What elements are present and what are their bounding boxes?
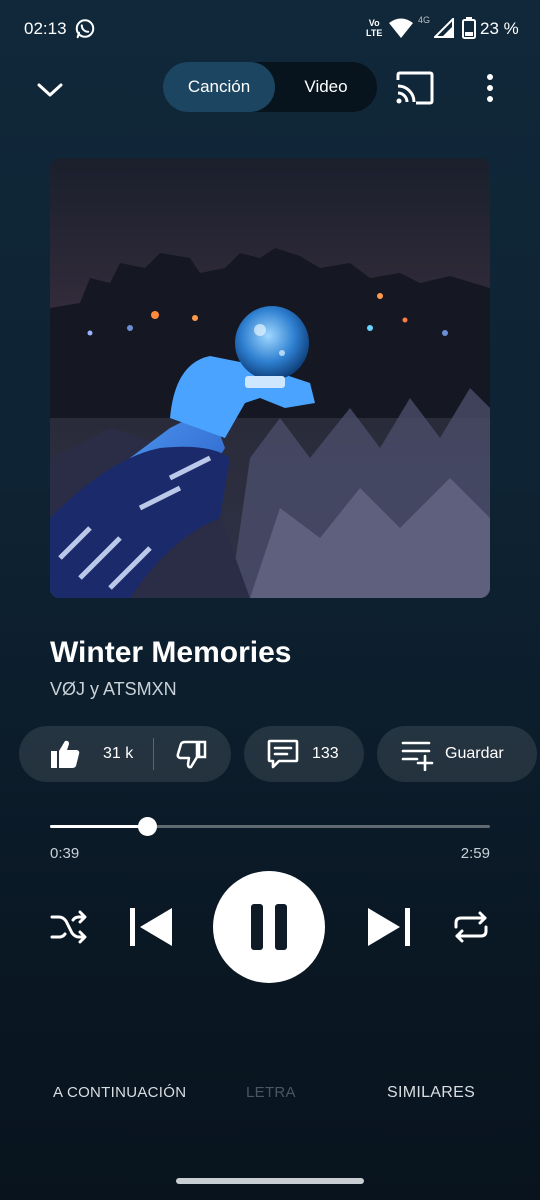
progress-bar[interactable]	[50, 817, 490, 836]
album-art-image	[50, 158, 490, 598]
pause-button[interactable]	[213, 871, 325, 983]
wifi-icon	[389, 18, 413, 38]
signal-icon	[434, 18, 454, 38]
total-duration: 2:59	[460, 845, 490, 862]
comments-button[interactable]: 133	[244, 726, 364, 782]
progress-thumb[interactable]	[137, 817, 157, 836]
elapsed-time: 0:39	[50, 845, 80, 862]
previous-track-button[interactable]	[126, 904, 176, 950]
status-bar: 02:13 Vo LTE 4G 23 %	[0, 0, 540, 60]
whatsapp-icon	[75, 19, 95, 39]
more-vert-icon	[487, 74, 493, 80]
toggle-song-button[interactable]: Canción	[163, 62, 275, 112]
like-count: 31 k	[103, 745, 134, 762]
comment-icon	[267, 739, 299, 769]
home-indicator[interactable]	[176, 1178, 364, 1184]
comment-count: 133	[312, 745, 339, 762]
more-options-button[interactable]	[476, 70, 504, 106]
collapse-player-button[interactable]	[30, 70, 70, 110]
cast-icon	[396, 71, 434, 105]
pause-icon	[251, 904, 287, 950]
dislike-button[interactable]	[161, 726, 231, 782]
chevron-down-icon	[37, 83, 63, 97]
shuffle-icon	[50, 910, 87, 944]
tab-lyrics[interactable]: LETRA	[246, 1084, 296, 1101]
album-art	[50, 158, 490, 598]
thumb-down-icon	[176, 740, 207, 769]
progress-fill	[50, 825, 147, 828]
skip-previous-icon	[130, 908, 172, 946]
save-to-playlist-button[interactable]: Guardar	[377, 726, 537, 782]
tab-related[interactable]: SIMILARES	[387, 1084, 475, 1102]
like-button[interactable]: 31 k	[19, 726, 153, 782]
skip-next-icon	[368, 908, 410, 946]
toggle-video-button[interactable]: Video	[275, 62, 377, 112]
like-dislike-pill: 31 k	[19, 726, 231, 782]
playlist-add-icon	[401, 741, 434, 771]
pill-divider	[153, 738, 154, 770]
cast-button[interactable]	[394, 70, 436, 106]
next-track-button[interactable]	[364, 904, 414, 950]
repeat-button[interactable]	[450, 906, 492, 948]
save-label: Guardar	[445, 745, 504, 762]
battery-percent: 23 %	[480, 19, 519, 38]
song-title: Winter Memories	[50, 636, 292, 669]
network-type: 4G	[418, 15, 431, 25]
status-time: 02:13	[24, 19, 67, 38]
tab-up-next[interactable]: A CONTINUACIÓN	[53, 1084, 186, 1101]
song-video-toggle: Canción Video	[163, 62, 377, 112]
shuffle-button[interactable]	[48, 906, 90, 948]
song-artist[interactable]: VØJ y ATSMXN	[50, 679, 177, 700]
thumb-up-icon	[51, 740, 80, 768]
repeat-icon	[454, 911, 488, 943]
battery-icon	[462, 17, 476, 39]
volte-indicator: Vo LTE	[366, 18, 383, 38]
